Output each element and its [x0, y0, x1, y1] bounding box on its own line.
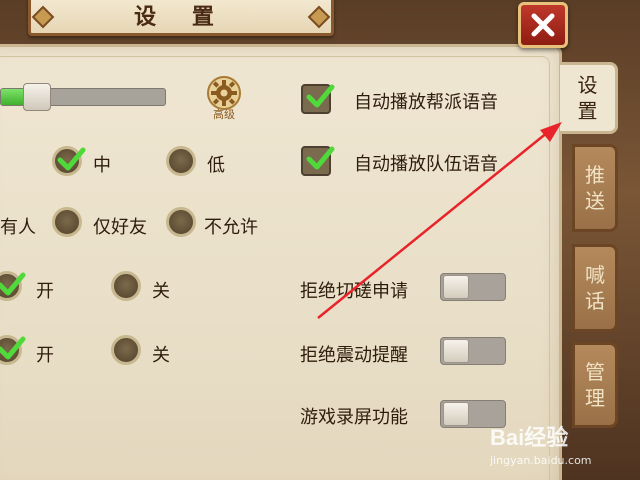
- row-a-radio-on[interactable]: [0, 271, 26, 301]
- close-icon: [531, 13, 555, 37]
- watermark-logo: Bai经验 jingyan.baidu.com: [490, 420, 630, 476]
- tab-push[interactable]: 推 送: [572, 144, 618, 232]
- tab-push-char-2: 送: [585, 189, 605, 213]
- toggle-label-decline-vibration: 拒绝震动提醒: [300, 345, 408, 366]
- tab-shout-char-1: 喊: [585, 263, 605, 287]
- tab-shout-char-2: 话: [585, 289, 605, 313]
- checkmark-icon: [0, 272, 26, 296]
- title-plaque: 设 置: [28, 0, 334, 36]
- advanced-button[interactable]: 高级: [204, 76, 244, 122]
- tab-manage[interactable]: 管 理: [572, 342, 618, 428]
- tab-shout[interactable]: 喊 话: [572, 244, 618, 332]
- guild-voice-label: 自动播放帮派语音: [354, 92, 498, 113]
- permission-radio-disallow[interactable]: [166, 207, 196, 237]
- row-a-off-label: 关: [152, 281, 170, 302]
- toggle-label-screen-record: 游戏录屏功能: [300, 407, 408, 428]
- row-b-radio-on[interactable]: [0, 335, 26, 365]
- page-title: 设 置: [134, 5, 228, 30]
- advanced-label: 高级: [213, 108, 235, 121]
- toggle-knob: [443, 339, 469, 363]
- quality-medium-label: 中: [93, 155, 111, 176]
- watermark-brand: Bai经验: [490, 425, 569, 450]
- tab-settings-char-2: 置: [577, 99, 598, 123]
- checkmark-icon: [57, 147, 86, 171]
- row-a-on-label: 开: [36, 281, 54, 302]
- permission-friends-only-label: 仅好友: [93, 217, 147, 238]
- quality-low-label: 低: [207, 155, 225, 176]
- close-button[interactable]: [518, 2, 568, 48]
- volume-slider-handle[interactable]: [23, 83, 51, 111]
- row-a-radio-off[interactable]: [111, 271, 141, 301]
- quality-radio-low[interactable]: [166, 146, 196, 176]
- tab-settings-char-1: 设: [577, 73, 598, 97]
- permission-disallow-label: 不允许: [204, 217, 258, 238]
- toggle-knob: [443, 402, 469, 426]
- permission-all-label: 有人: [0, 217, 36, 238]
- gear-icon: [207, 76, 241, 110]
- tab-settings[interactable]: 设 置: [560, 62, 618, 134]
- row-b-radio-off[interactable]: [111, 335, 141, 365]
- team-voice-label: 自动播放队伍语音: [354, 154, 498, 175]
- row-b-on-label: 开: [36, 345, 54, 366]
- quality-radio-medium[interactable]: [52, 146, 86, 176]
- toggle-decline-vibration[interactable]: [440, 337, 506, 365]
- checkmark-icon: [306, 84, 335, 108]
- toggle-label-decline-duel: 拒绝切磋申请: [300, 281, 408, 302]
- tab-manage-char-2: 理: [585, 386, 605, 410]
- toggle-knob: [443, 275, 469, 299]
- tab-manage-char-1: 管: [585, 360, 605, 384]
- guild-voice-checkbox[interactable]: [301, 84, 335, 114]
- toggle-decline-duel[interactable]: [440, 273, 506, 301]
- checkmark-icon: [0, 336, 26, 360]
- checkmark-icon: [306, 146, 335, 170]
- permission-radio-friends-only[interactable]: [52, 207, 82, 237]
- row-b-off-label: 关: [152, 345, 170, 366]
- team-voice-checkbox[interactable]: [301, 146, 335, 176]
- tab-push-char-1: 推: [585, 163, 605, 187]
- watermark-url: jingyan.baidu.com: [490, 454, 592, 467]
